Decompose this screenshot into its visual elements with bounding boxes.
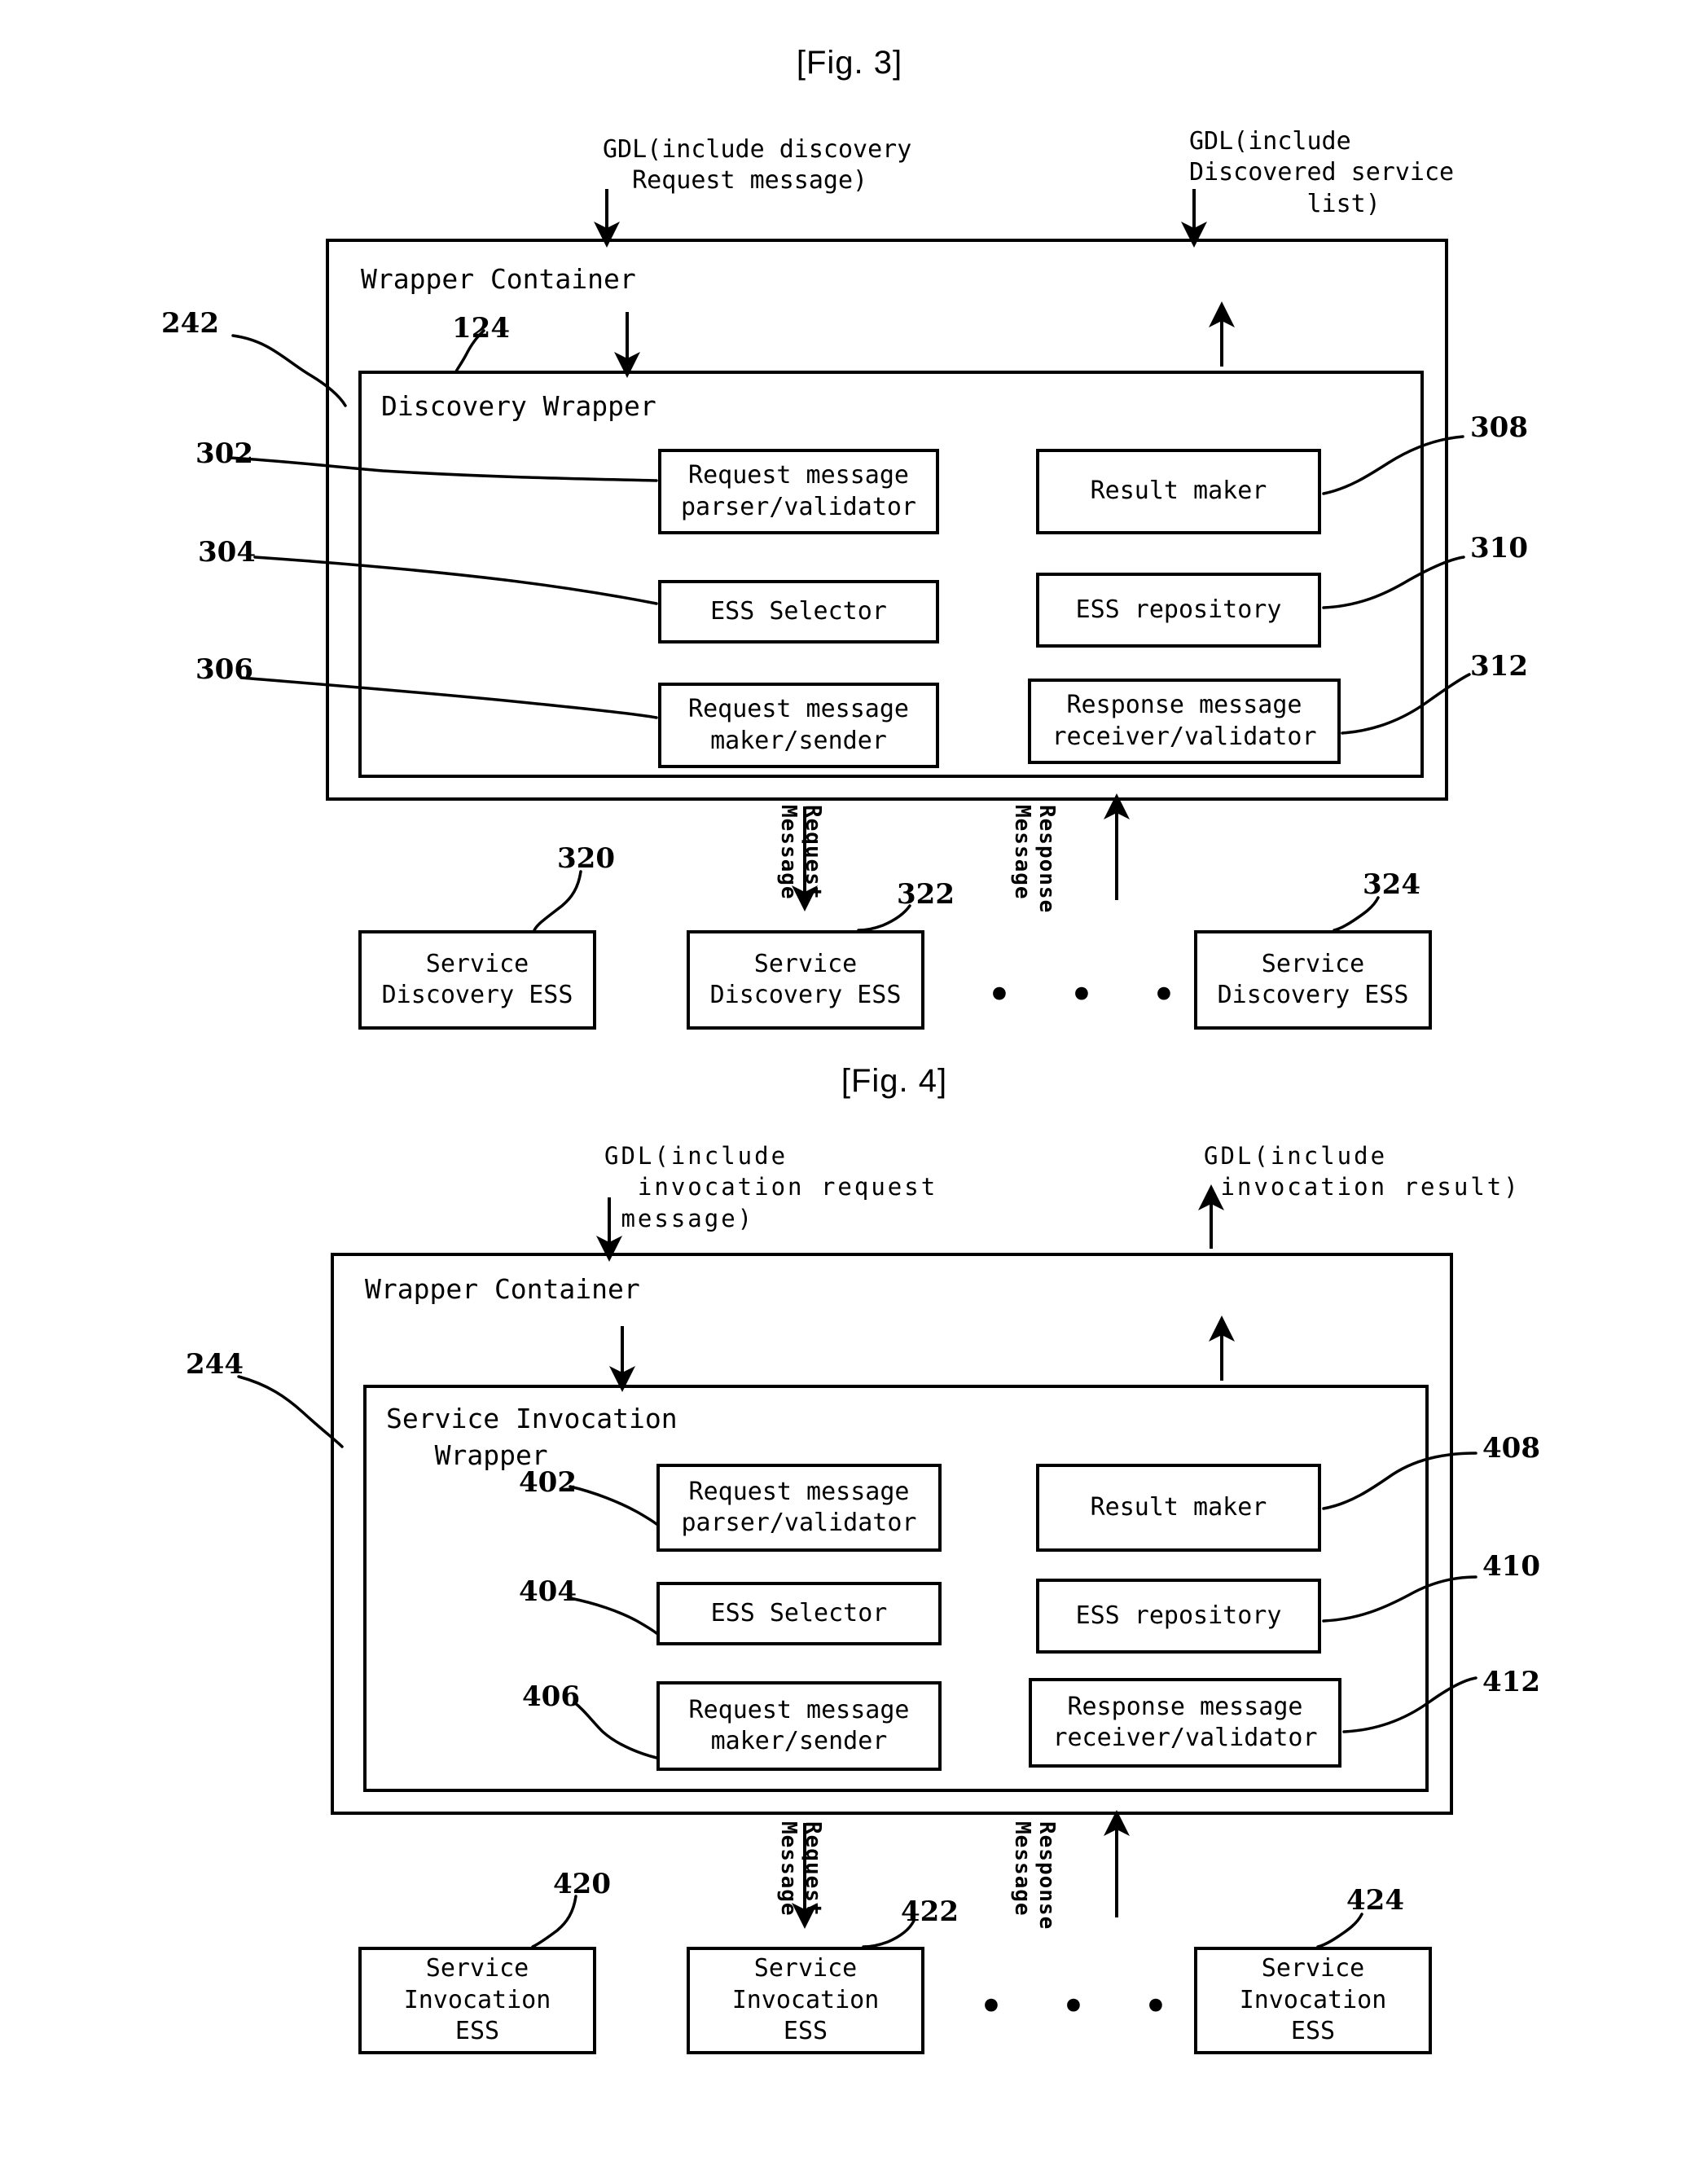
fig3-ref-320: 320: [557, 842, 615, 875]
fig4-unit-response-message-receiver-validator: Response message receiver/validator: [1029, 1678, 1341, 1768]
fig3-input-left-label: GDL(include discovery Request message): [603, 135, 912, 195]
patent-drawing-sheet: [Fig. 3] GDL(include discovery Request m…: [0, 0, 1708, 2161]
fig3-discovery-wrapper-title: Discovery Wrapper: [381, 390, 656, 422]
fig4-leader-244: [237, 1375, 344, 1448]
fig4-ref-406: 406: [522, 1680, 580, 1713]
fig4-leader-424: [1316, 1913, 1363, 1948]
fig3-service-discovery-ess-320: Service Discovery ESS: [358, 930, 596, 1030]
fig4-service-invocation-wrapper-title: Service Invocation Wrapper: [386, 1403, 678, 1471]
fig4-unit-404-label: ESS Selector: [710, 1598, 888, 1627]
fig4-ref-402: 402: [519, 1466, 577, 1499]
fig3-request-message-flow-label: Request Message: [776, 805, 825, 900]
fig3-unit-response-message-receiver-validator: Response message receiver/validator: [1028, 679, 1341, 764]
fig3-unit-310-label: ESS repository: [1075, 595, 1282, 624]
fig4-unit-ess-selector: ESS Selector: [656, 1582, 942, 1645]
fig4-ref-424: 424: [1346, 1884, 1404, 1917]
fig4-ref-422: 422: [901, 1895, 959, 1928]
fig4-request-message-flow-label: Request Message: [776, 1821, 825, 1917]
fig3-unit-312-label: Response message receiver/validator: [1052, 691, 1317, 751]
fig4-service-invocation-ess-424: Service Invocation ESS: [1194, 1947, 1432, 2054]
fig4-ref-412: 412: [1482, 1666, 1540, 1698]
fig3-unit-308-label: Result maker: [1090, 477, 1267, 506]
fig4-unit-request-message-parser-validator: Request message parser/validator: [656, 1464, 942, 1552]
fig4-unit-412-label: Response message receiver/validator: [1052, 1692, 1318, 1752]
fig3-leader-320: [533, 870, 582, 932]
fig3-service-discovery-ess-322: Service Discovery ESS: [687, 930, 924, 1030]
fig3-ref-312: 312: [1470, 650, 1528, 683]
fig4-leader-420: [531, 1895, 577, 1948]
fig3-unit-306-label: Request message maker/sender: [688, 695, 909, 755]
fig4-ref-410: 410: [1482, 1550, 1540, 1583]
fig4-ref-404: 404: [519, 1575, 577, 1608]
fig4-unit-ess-repository: ESS repository: [1036, 1579, 1321, 1654]
fig4-unit-402-label: Request message parser/validator: [681, 1477, 917, 1537]
fig4-service-invocation-ess-420: Service Invocation ESS: [358, 1947, 596, 2054]
fig3-ess-324-label: Service Discovery ESS: [1217, 949, 1409, 1009]
fig3-unit-302-label: Request message parser/validator: [681, 461, 916, 521]
fig3-unit-request-message-parser-validator: Request message parser/validator: [658, 449, 939, 534]
fig3-ref-324: 324: [1363, 868, 1420, 901]
fig4-ellipsis: • • •: [978, 1981, 1190, 2032]
fig4-unit-request-message-maker-sender: Request message maker/sender: [656, 1681, 942, 1771]
fig4-ess-424-label: Service Invocation ESS: [1239, 1954, 1387, 2046]
fig4-unit-406-label: Request message maker/sender: [688, 1695, 910, 1755]
fig4-input-left-label: GDL(include invocation request message): [604, 1142, 938, 1232]
fig4-ref-244: 244: [186, 1348, 244, 1381]
fig4-unit-410-label: ESS repository: [1075, 1601, 1282, 1630]
fig3-ref-302: 302: [195, 437, 253, 470]
fig4-response-message-flow-label: Response Message: [1010, 1821, 1059, 1930]
fig3-input-right-label: GDL(include Discovered service list): [1189, 127, 1455, 218]
fig3-ess-320-label: Service Discovery ESS: [381, 949, 573, 1009]
figure-3-caption: [Fig. 3]: [796, 45, 903, 81]
fig4-wrapper-container-title: Wrapper Container: [365, 1273, 640, 1305]
fig3-unit-ess-repository: ESS repository: [1036, 573, 1321, 648]
fig4-ref-420: 420: [553, 1868, 611, 1900]
fig4-input-right-label: GDL(include invocation result): [1204, 1142, 1521, 1201]
fig4-unit-408-label: Result maker: [1090, 1492, 1267, 1522]
fig3-ref-322: 322: [897, 878, 955, 911]
fig3-response-message-flow-label: Response Message: [1010, 805, 1059, 914]
fig3-ellipsis: • • •: [986, 969, 1198, 1021]
fig4-unit-result-maker: Result maker: [1036, 1464, 1321, 1552]
fig3-ref-124: 124: [452, 312, 510, 345]
fig4-ess-422-label: Service Invocation ESS: [731, 1954, 880, 2046]
fig3-ref-310: 310: [1470, 532, 1528, 564]
fig3-unit-request-message-maker-sender: Request message maker/sender: [658, 683, 939, 768]
fig3-ref-306: 306: [195, 653, 253, 686]
fig3-leader-324: [1333, 896, 1380, 932]
fig4-service-invocation-ess-422: Service Invocation ESS: [687, 1947, 924, 2054]
fig3-unit-304-label: ESS Selector: [710, 596, 887, 626]
fig3-unit-result-maker: Result maker: [1036, 449, 1321, 534]
fig3-wrapper-container-title: Wrapper Container: [361, 263, 636, 295]
fig3-service-discovery-ess-324: Service Discovery ESS: [1194, 930, 1432, 1030]
fig3-ref-308: 308: [1470, 411, 1528, 444]
figure-4-caption: [Fig. 4]: [841, 1063, 948, 1099]
fig3-unit-ess-selector: ESS Selector: [658, 580, 939, 643]
fig3-ess-322-label: Service Discovery ESS: [709, 949, 902, 1009]
fig4-ref-408: 408: [1482, 1432, 1540, 1465]
fig4-ess-420-label: Service Invocation ESS: [403, 1954, 551, 2046]
fig3-ref-242: 242: [161, 307, 219, 340]
fig3-ref-304: 304: [198, 536, 256, 569]
